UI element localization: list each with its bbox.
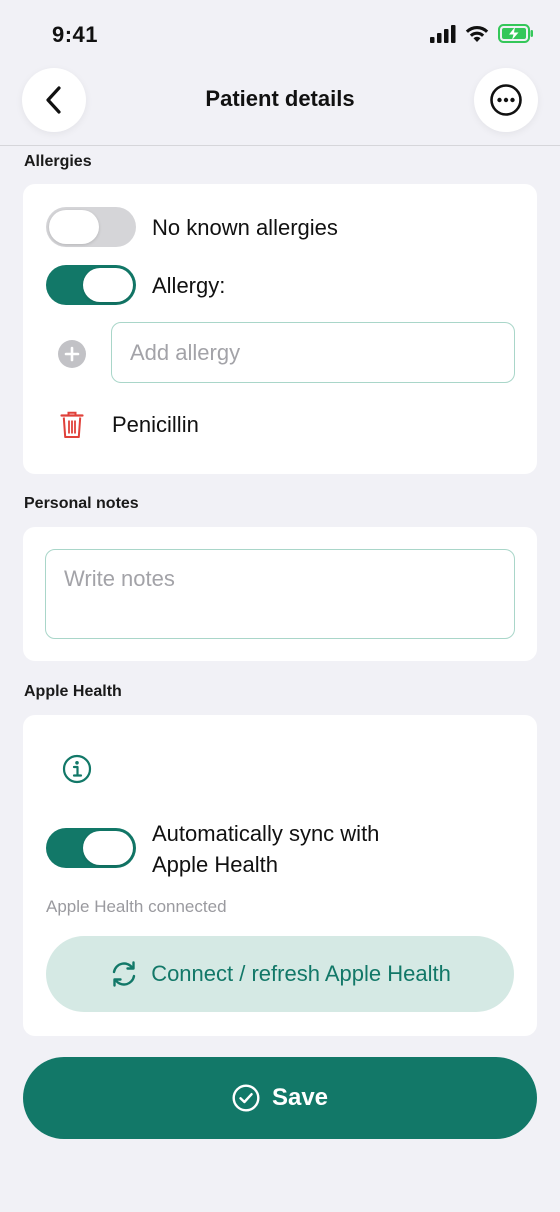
more-options-button[interactable] [474,68,538,132]
allergy-label: Allergy: [152,272,226,298]
cellular-signal-icon [430,24,456,43]
connect-refresh-label: Connect / refresh Apple Health [151,961,451,986]
auto-sync-label: Automatically sync with Apple Health [152,818,379,880]
apple-health-card: Automatically sync with Apple Health App… [23,715,537,1036]
no-known-allergies-label: No known allergies [152,214,338,240]
allergy-row: Allergy: [46,265,225,305]
apple-health-section-label: Apple Health [24,683,122,700]
wifi-icon [465,25,489,42]
status-bar: 9:41 [0,0,560,70]
save-button[interactable]: Save [23,1057,537,1139]
allergies-card: No known allergies Allergy: Penicillin [23,184,537,474]
auto-sync-toggle[interactable] [46,828,136,868]
allergy-toggle[interactable] [46,265,136,305]
save-label: Save [271,1084,329,1111]
trash-icon [60,411,84,438]
auto-sync-label-line1: Automatically sync with [152,821,380,846]
ellipsis-icon [490,84,522,116]
battery-charging-icon [498,24,533,43]
notes-input-box [45,549,515,639]
notes-section-label: Personal notes [24,495,139,512]
allergies-section-label: Allergies [24,153,92,170]
plus-circle-icon [58,340,86,368]
info-button[interactable] [62,754,92,789]
notes-card [23,527,537,661]
connect-refresh-apple-health-button[interactable]: Connect / refresh Apple Health [46,936,514,1012]
status-time: 9:41 [52,22,99,47]
add-allergy-button[interactable] [57,339,87,374]
refresh-icon [112,961,136,987]
add-allergy-input-box [111,322,515,383]
auto-sync-label-line2: Apple Health [152,852,278,877]
navigation-header: Patient details [0,68,560,146]
add-allergy-input[interactable] [112,323,514,382]
apple-health-status: Apple Health connected [46,897,227,916]
no-known-allergies-toggle[interactable] [46,207,136,247]
status-icons [430,24,534,43]
allergy-item-name: Penicillin [112,412,199,437]
no-known-allergies-row: No known allergies [46,207,338,247]
auto-sync-row: Automatically sync with Apple Health [46,817,379,880]
info-icon [62,754,92,784]
delete-allergy-button[interactable] [60,411,84,444]
notes-textarea[interactable] [46,550,514,638]
check-circle-icon [232,1084,260,1112]
